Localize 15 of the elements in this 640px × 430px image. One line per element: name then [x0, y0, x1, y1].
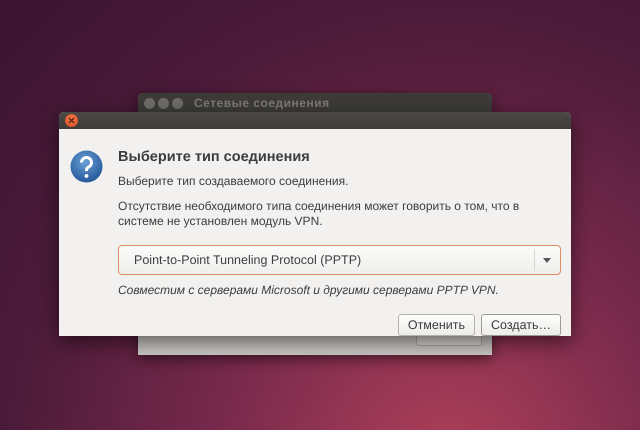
window-title: Сетевые соединения — [194, 96, 330, 110]
dialog-subtitle: Выберите тип создаваемого соединения. — [118, 174, 350, 188]
close-button[interactable] — [65, 114, 78, 127]
close-icon[interactable] — [144, 98, 155, 108]
connection-type-dropdown[interactable]: Point-to-Point Tunneling Protocol (PPTP) — [118, 245, 561, 275]
question-icon — [70, 150, 103, 183]
create-button[interactable]: Создать… — [480, 314, 561, 336]
type-description: Совместим с серверами Microsoft и другими серверами PPTP VPN. — [118, 283, 500, 297]
minimize-icon[interactable] — [158, 98, 169, 108]
maximize-icon[interactable] — [172, 98, 183, 108]
dialog-heading: Выберите тип соединения — [118, 149, 311, 165]
dialog-note: Отсутствие необходимого типа соединения может говорить о том, что в системе не установлен модуль VPN. — [118, 199, 520, 229]
caret-icon — [543, 258, 551, 262]
cancel-button[interactable]: Отменить — [398, 314, 475, 336]
close-icon — [68, 117, 75, 124]
